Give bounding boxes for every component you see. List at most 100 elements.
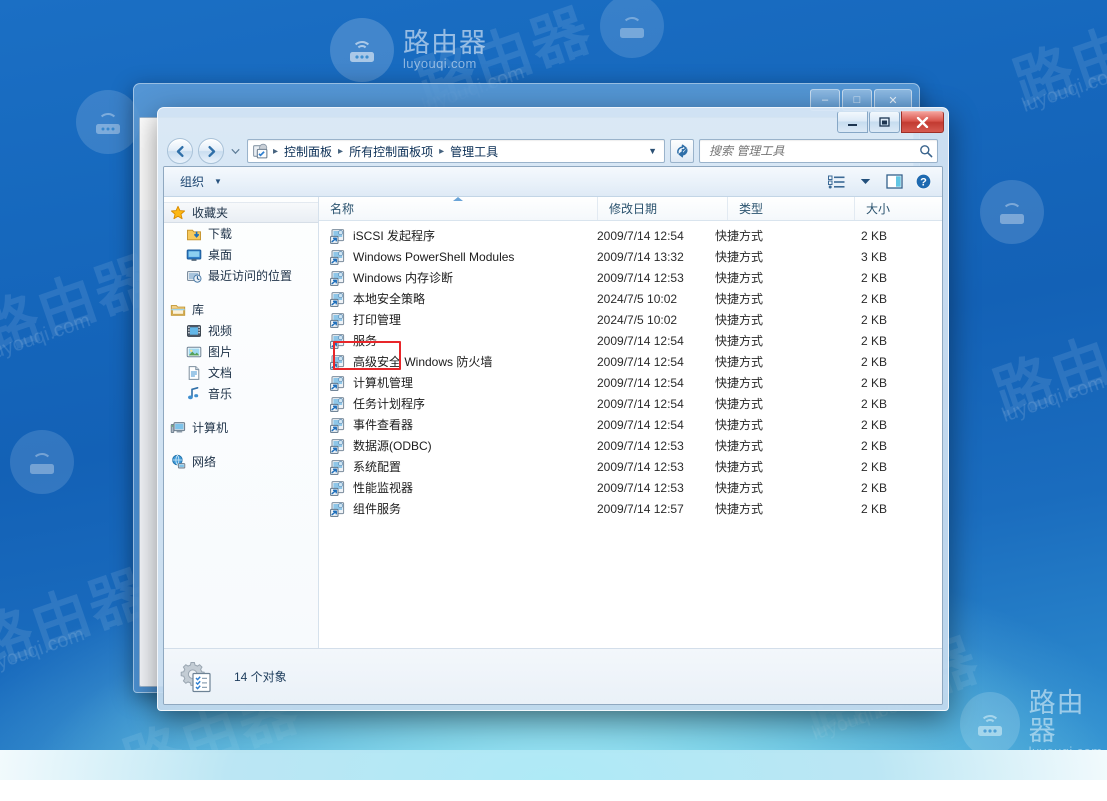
- sidebar-item-network[interactable]: 网络: [164, 451, 318, 472]
- file-name-label: 数据源(ODBC): [353, 439, 432, 453]
- file-size-cell: 2 KB: [860, 354, 887, 369]
- navigation-pane[interactable]: 收藏夹 下载 桌面 最近访问的位置 库 视频 图片 文档 音乐 计算机 网络: [164, 197, 319, 648]
- file-type-cell: 快捷方式: [715, 439, 764, 453]
- watermark-badge: [10, 430, 74, 494]
- sidebar-item-documents[interactable]: 文档: [164, 362, 318, 383]
- table-row[interactable]: 打印管理 2024/7/5 10:02 快捷方式 2 KB: [319, 309, 942, 330]
- file-type-cell: 快捷方式: [715, 271, 764, 285]
- sort-ascending-icon: [453, 197, 463, 201]
- help-button[interactable]: ?: [910, 171, 936, 193]
- file-name-cell[interactable]: 性能监视器: [319, 479, 586, 496]
- organize-button[interactable]: 组织: [174, 170, 210, 193]
- file-name-cell[interactable]: 任务计划程序: [319, 395, 586, 412]
- sidebar-item-recent-places[interactable]: 最近访问的位置: [164, 265, 318, 286]
- file-name-cell[interactable]: Windows 内存诊断: [319, 269, 586, 286]
- table-row[interactable]: 服务 2009/7/14 12:54 快捷方式 2 KB: [319, 330, 942, 351]
- file-name-cell[interactable]: 数据源(ODBC): [319, 437, 586, 454]
- sidebar-item-computer[interactable]: 计算机: [164, 417, 318, 438]
- file-name-cell[interactable]: iSCSI 发起程序: [319, 227, 586, 244]
- table-row[interactable]: 性能监视器 2009/7/14 12:53 快捷方式 2 KB: [319, 477, 942, 498]
- column-header-size[interactable]: 大小: [855, 197, 942, 220]
- organize-caret-icon[interactable]: ▼: [214, 177, 222, 186]
- preview-pane-button[interactable]: [881, 171, 907, 193]
- file-type-cell: 快捷方式: [715, 313, 764, 327]
- address-bar-row: ▸ 控制面板 ▸ 所有控制面板项 ▸ 管理工具 ▼: [158, 136, 948, 166]
- file-name-cell[interactable]: 本地安全策略: [319, 290, 586, 307]
- refresh-button[interactable]: [670, 139, 694, 163]
- window-controls[interactable]: [837, 111, 944, 133]
- sidebar-item-libraries[interactable]: 库: [164, 299, 318, 320]
- router-icon: [980, 180, 1044, 244]
- table-row[interactable]: 组件服务 2009/7/14 12:57 快捷方式 2 KB: [319, 498, 942, 519]
- view-button[interactable]: [823, 171, 849, 193]
- breadcrumb-item-admin-tools[interactable]: 管理工具: [446, 141, 502, 162]
- search-input[interactable]: [707, 143, 919, 159]
- column-header-date[interactable]: 修改日期: [598, 197, 728, 220]
- column-headers[interactable]: 名称 修改日期 类型 大小: [319, 197, 942, 221]
- table-row[interactable]: 高级安全 Windows 防火墙 2009/7/14 12:54 快捷方式 2 KB: [319, 351, 942, 372]
- column-header-type[interactable]: 类型: [728, 197, 855, 220]
- file-type-cell: 快捷方式: [715, 397, 764, 411]
- file-name-cell[interactable]: Windows PowerShell Modules: [319, 249, 586, 265]
- table-row[interactable]: 计算机管理 2009/7/14 12:54 快捷方式 2 KB: [319, 372, 942, 393]
- breadcrumb-item-all-items[interactable]: 所有控制面板项: [345, 141, 437, 162]
- file-name-cell[interactable]: 高级安全 Windows 防火墙: [319, 353, 586, 370]
- downloads-icon: [187, 229, 201, 240]
- file-name-cell[interactable]: 组件服务: [319, 500, 586, 517]
- back-arrow-icon: [176, 145, 184, 157]
- minimize-button[interactable]: [837, 111, 868, 133]
- file-name-label: 系统配置: [353, 460, 402, 474]
- file-name-cell[interactable]: 系统配置: [319, 458, 586, 475]
- explorer-window[interactable]: ▸ 控制面板 ▸ 所有控制面板项 ▸ 管理工具 ▼ 搜索 管理工具 组织 ▼ ?…: [157, 107, 949, 711]
- breadcrumb-item-control-panel[interactable]: 控制面板: [280, 141, 336, 162]
- maximize-button[interactable]: [869, 111, 900, 133]
- table-row[interactable]: 本地安全策略 2024/7/5 10:02 快捷方式 2 KB: [319, 288, 942, 309]
- table-row[interactable]: Windows PowerShell Modules 2009/7/14 13:3…: [319, 246, 942, 267]
- sidebar-item-pictures[interactable]: 图片: [164, 341, 318, 362]
- breadcrumb[interactable]: ▸ 控制面板 ▸ 所有控制面板项 ▸ 管理工具 ▼: [247, 139, 665, 163]
- file-date-cell: 2009/7/14 13:32: [597, 249, 684, 264]
- address-dropdown-button[interactable]: ▼: [648, 146, 661, 156]
- file-name-label: 打印管理: [353, 313, 402, 327]
- music-icon: [188, 386, 199, 399]
- table-row[interactable]: 系统配置 2009/7/14 12:53 快捷方式 2 KB: [319, 456, 942, 477]
- sidebar-item-favorites[interactable]: 收藏夹: [164, 202, 318, 223]
- table-row[interactable]: iSCSI 发起程序 2009/7/14 12:54 快捷方式 2 KB: [319, 225, 942, 246]
- close-button[interactable]: [901, 111, 944, 133]
- forward-button[interactable]: [198, 138, 224, 164]
- file-type-cell: 快捷方式: [715, 250, 764, 264]
- file-name-cell[interactable]: 事件查看器: [319, 416, 586, 433]
- sidebar-item-videos[interactable]: 视频: [164, 320, 318, 341]
- table-row[interactable]: 事件查看器 2009/7/14 12:54 快捷方式 2 KB: [319, 414, 942, 435]
- sidebar-item-downloads[interactable]: 下载: [164, 223, 318, 244]
- recent-pages-button[interactable]: [229, 140, 242, 162]
- sidebar-item-music[interactable]: 音乐: [164, 383, 318, 404]
- title-bar[interactable]: [158, 108, 948, 136]
- file-size-cell: 2 KB: [860, 270, 887, 285]
- file-size-cell: 2 KB: [860, 459, 887, 474]
- file-name-label: 性能监视器: [353, 481, 414, 495]
- star-icon: [170, 205, 186, 219]
- file-date-cell: 2024/7/5 10:02: [597, 312, 678, 327]
- file-name-cell[interactable]: 打印管理: [319, 311, 586, 328]
- table-row[interactable]: 数据源(ODBC) 2009/7/14 12:53 快捷方式 2 KB: [319, 435, 942, 456]
- shortcut-icon: [330, 249, 345, 265]
- table-row[interactable]: Windows 内存诊断 2009/7/14 12:53 快捷方式 2 KB: [319, 267, 942, 288]
- file-size-cell: 2 KB: [860, 375, 887, 390]
- back-button[interactable]: [167, 138, 193, 164]
- file-date-cell: 2009/7/14 12:54: [597, 228, 684, 243]
- file-list-rows[interactable]: iSCSI 发起程序 2009/7/14 12:54 快捷方式 2 KB Window…: [319, 221, 942, 648]
- view-caret-button[interactable]: [852, 171, 878, 193]
- file-name-label: 高级安全 Windows 防火墙: [353, 355, 493, 369]
- file-name-cell[interactable]: 计算机管理: [319, 374, 586, 391]
- sidebar-item-label: 下载: [208, 227, 233, 241]
- sidebar-item-label: 库: [192, 303, 205, 317]
- file-list-pane[interactable]: 名称 修改日期 类型 大小 iSCSI 发起程序 2009/7/14 12:54 快…: [319, 197, 942, 648]
- close-icon: [916, 116, 929, 128]
- column-header-name[interactable]: 名称: [319, 197, 598, 220]
- column-header-label: 修改日期: [609, 202, 658, 216]
- search-box[interactable]: [699, 139, 938, 163]
- sidebar-item-desktop[interactable]: 桌面: [164, 244, 318, 265]
- file-name-cell[interactable]: 服务: [319, 332, 586, 349]
- table-row[interactable]: 任务计划程序 2009/7/14 12:54 快捷方式 2 KB: [319, 393, 942, 414]
